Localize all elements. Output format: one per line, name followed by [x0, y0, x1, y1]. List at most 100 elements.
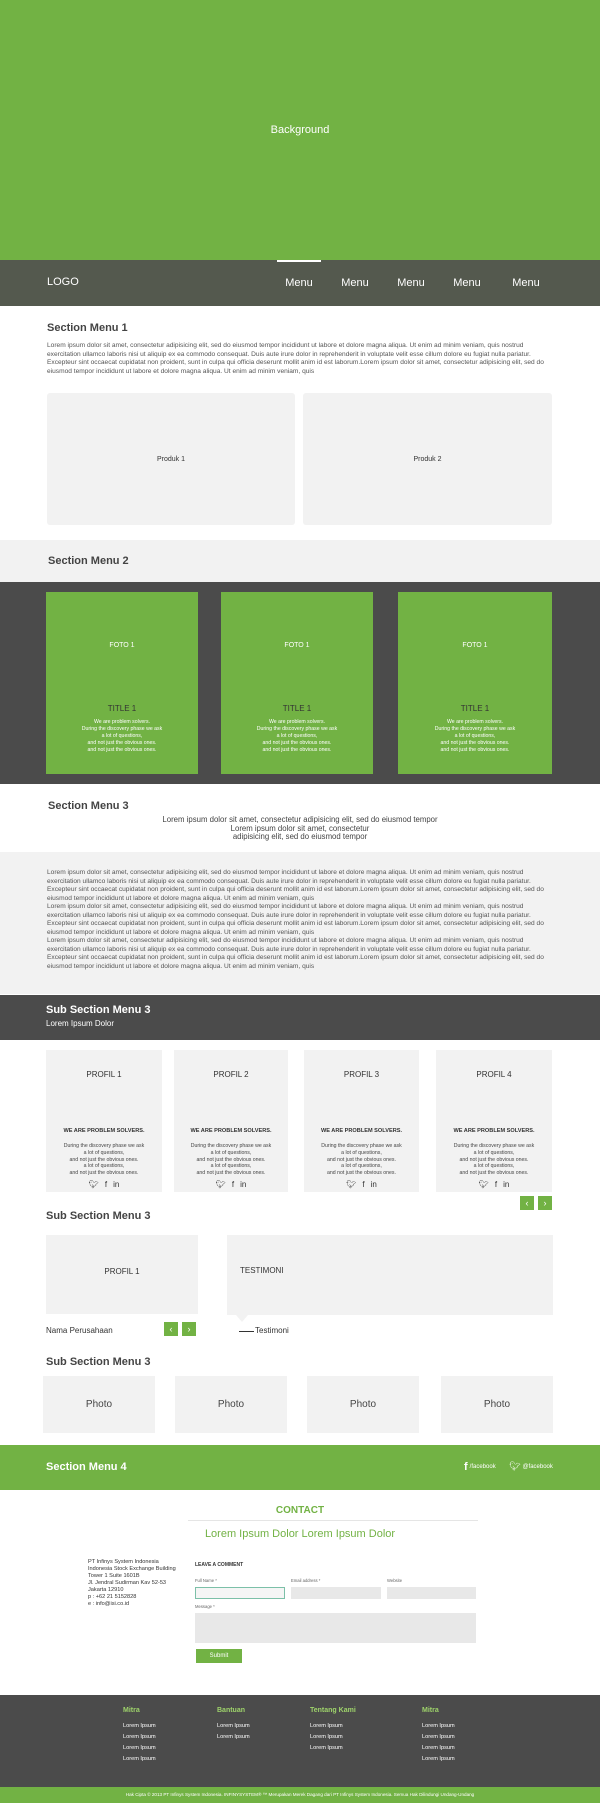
linkedin-icon[interactable]: in [240, 1180, 246, 1189]
footer-column-3: Tentang Kami Lorem Ipsum Lorem Ipsum Lor… [310, 1707, 356, 1754]
footer-link[interactable]: Lorem Ipsum [422, 1743, 455, 1754]
card-description: We are problem solvers. During the discov… [81, 719, 163, 753]
nav-menu-4[interactable]: Menu [445, 260, 489, 306]
profile-card-1[interactable]: PROFIL 1 WE ARE PROBLEM SOLVERS. During … [46, 1050, 162, 1192]
section4-title: Section Menu 4 [46, 1461, 127, 1473]
testimoni-profile-card[interactable]: PROFIL 1 [46, 1235, 198, 1314]
footer-link[interactable]: Lorem Ipsum [422, 1721, 455, 1732]
footer-link[interactable]: Lorem Ipsum [217, 1721, 250, 1732]
profile-description: During the discovery phase we ask a lot o… [453, 1143, 535, 1177]
twitter-icon[interactable]: 🐦︎ [346, 1180, 356, 1189]
facebook-icon[interactable]: f [232, 1180, 234, 1189]
sub-section3-subtitle: Lorem Ipsum Dolor [46, 1019, 115, 1028]
photo-card-2[interactable]: Photo [175, 1376, 287, 1433]
footer-link[interactable]: Lorem Ipsum [310, 1721, 356, 1732]
profile-heading: WE ARE PROBLEM SOLVERS. [320, 1128, 403, 1134]
foto-card-2[interactable]: FOTO 1 TITLE 1 We are problem solvers. Du… [221, 592, 373, 774]
photo-label: Photo [85, 1399, 113, 1410]
contact-title: CONTACT [275, 1505, 325, 1516]
profile-title: PROFIL 1 [86, 1070, 122, 1079]
photo-label: Photo [483, 1399, 511, 1410]
footer-heading: Tentang Kami [310, 1707, 356, 1714]
testimoni-next-button[interactable]: › [182, 1322, 196, 1336]
facebook-link-2[interactable]: 🐦︎ @facebook [509, 1461, 553, 1472]
footer: Mitra Lorem Ipsum Lorem Ipsum Lorem Ipsu… [0, 1695, 600, 1787]
facebook-icon[interactable]: f [362, 1180, 364, 1189]
hero-label: Background [270, 124, 330, 136]
website-field[interactable] [387, 1587, 476, 1599]
footer-link[interactable]: Lorem Ipsum [123, 1732, 156, 1743]
email-field[interactable] [291, 1587, 381, 1599]
carousel-next-button[interactable]: › [538, 1196, 552, 1210]
photo-card-4[interactable]: Photo [441, 1376, 553, 1433]
footer-link[interactable]: Lorem Ipsum [123, 1721, 156, 1732]
footer-link[interactable]: Lorem Ipsum [123, 1754, 156, 1765]
foto-label: FOTO 1 [109, 642, 135, 649]
photo-label: Photo [349, 1399, 377, 1410]
logo[interactable]: LOGO [47, 276, 79, 288]
foto-card-3[interactable]: FOTO 1 TITLE 1 We are problem solvers. Du… [398, 592, 552, 774]
testimoni-bubble: TESTIMONI [227, 1235, 553, 1322]
company-name: Nama Perusahaan [46, 1326, 113, 1335]
testimoni-title: TESTIMONI [240, 1266, 284, 1275]
footer-link[interactable]: Lorem Ipsum [422, 1754, 455, 1765]
testimoni-prev-button[interactable]: ‹ [164, 1322, 178, 1336]
footer-link[interactable]: Lorem Ipsum [422, 1732, 455, 1743]
section4-bar: Section Menu 4 f /facebook 🐦︎ @facebook [0, 1445, 600, 1490]
message-textarea[interactable] [195, 1613, 476, 1643]
linkedin-icon[interactable]: in [503, 1180, 509, 1189]
profile-description: During the discovery phase we ask a lot o… [63, 1143, 145, 1177]
section1-text: Lorem ipsum dolor sit amet, consectetur … [47, 342, 544, 375]
product-card-1[interactable]: Produk 1 [47, 393, 295, 525]
submit-button[interactable]: Submit [196, 1649, 242, 1663]
profile-title: PROFIL 2 [213, 1070, 249, 1079]
nav-menu-1[interactable]: Menu [277, 260, 321, 306]
footer-link[interactable]: Lorem Ipsum [310, 1732, 356, 1743]
footer-link[interactable]: Lorem Ipsum [217, 1732, 250, 1743]
product-label: Produk 2 [413, 455, 442, 463]
copyright-bar: Hak Cipta © 2013 PT Infinys System Indon… [0, 1787, 600, 1803]
facebook-link-label: /facebook [469, 1464, 496, 1470]
linkedin-icon[interactable]: in [371, 1180, 377, 1189]
product-card-2[interactable]: Produk 2 [303, 393, 552, 525]
nav-menu-5[interactable]: Menu [504, 260, 548, 306]
section2-title: Section Menu 2 [48, 555, 129, 567]
footer-link[interactable]: Lorem Ipsum [310, 1743, 356, 1754]
facebook-icon[interactable]: f [495, 1180, 497, 1189]
card-description: We are problem solvers. During the discov… [256, 719, 338, 753]
facebook-icon[interactable]: f [105, 1180, 107, 1189]
name-field[interactable] [195, 1587, 285, 1599]
facebook-link-1[interactable]: f /facebook [464, 1461, 496, 1473]
section2-header: Section Menu 2 [0, 540, 600, 582]
profile-description: During the discovery phase we ask a lot o… [190, 1143, 272, 1177]
photo-card-3[interactable]: Photo [307, 1376, 419, 1433]
photo-card-1[interactable]: Photo [43, 1376, 155, 1433]
section3-body: Lorem ipsum dolor sit amet, consectetur … [0, 852, 600, 994]
foto-card-1[interactable]: FOTO 1 TITLE 1 We are problem solvers. Du… [46, 592, 198, 774]
profile-card-3[interactable]: PROFIL 3 WE ARE PROBLEM SOLVERS. During … [304, 1050, 419, 1192]
sub-section3-header: Sub Section Menu 3 Lorem Ipsum Dolor [0, 995, 600, 1040]
twitter-icon[interactable]: 🐦︎ [216, 1180, 226, 1189]
sub-section3c-title: Sub Section Menu 3 [46, 1356, 151, 1368]
profile-heading: WE ARE PROBLEM SOLVERS. [63, 1128, 145, 1134]
twitter-icon: 🐦︎ [509, 1461, 521, 1471]
footer-link[interactable]: Lorem Ipsum [123, 1743, 156, 1754]
section2-gallery: FOTO 1 TITLE 1 We are problem solvers. Du… [0, 582, 600, 784]
nav-menu-2[interactable]: Menu [333, 260, 377, 306]
twitter-icon[interactable]: 🐦︎ [479, 1180, 489, 1189]
message-label: Message * [195, 1604, 215, 1609]
profile-card-4[interactable]: PROFIL 4 WE ARE PROBLEM SOLVERS. During … [436, 1050, 552, 1192]
carousel-prev-button[interactable]: ‹ [520, 1196, 534, 1210]
profile-card-2[interactable]: PROFIL 2 WE ARE PROBLEM SOLVERS. During … [174, 1050, 288, 1192]
top-navigation: LOGO Menu Menu Menu Menu Menu [0, 260, 600, 306]
twitter-icon[interactable]: 🐦︎ [89, 1180, 99, 1189]
linkedin-icon[interactable]: in [113, 1180, 119, 1189]
testimoni-author: Testimoni [255, 1326, 289, 1335]
product-label: Produk 1 [156, 455, 186, 463]
footer-column-4: Mitra Lorem Ipsum Lorem Ipsum Lorem Ipsu… [422, 1707, 455, 1765]
card-description: We are problem solvers. During the discov… [434, 719, 516, 753]
profile-heading: WE ARE PROBLEM SOLVERS. [453, 1128, 535, 1134]
nav-menu-3[interactable]: Menu [389, 260, 433, 306]
name-label: Full Name * [195, 1578, 217, 1583]
sub-section3b-title: Sub Section Menu 3 [46, 1210, 151, 1222]
